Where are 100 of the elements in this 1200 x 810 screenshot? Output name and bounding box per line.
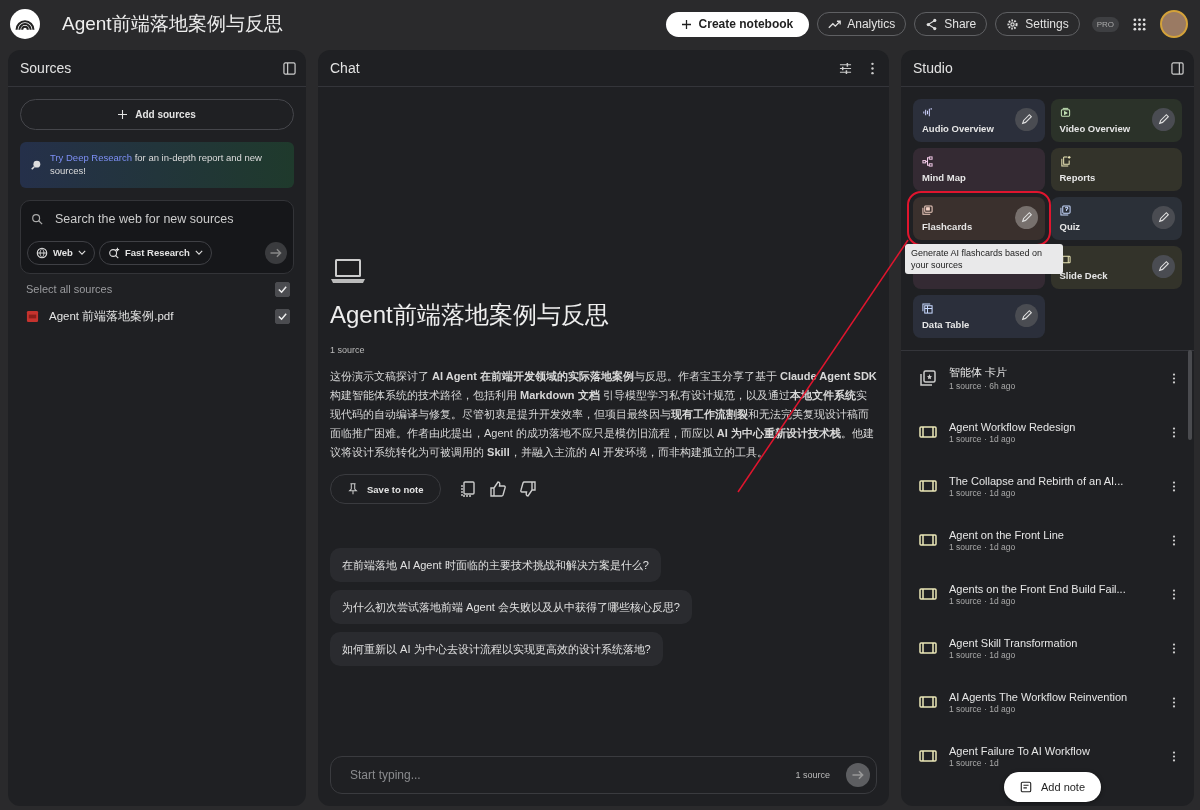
select-all-label: Select all sources bbox=[26, 283, 114, 296]
tile-label: Reports bbox=[1059, 172, 1097, 183]
source-checkbox[interactable] bbox=[275, 308, 290, 324]
studio-tile[interactable]: Reports bbox=[1050, 148, 1182, 191]
more-icon[interactable] bbox=[1172, 534, 1176, 546]
chat-input[interactable]: Start typing... bbox=[348, 767, 780, 783]
more-icon[interactable] bbox=[1172, 642, 1176, 654]
edit-pencil-icon[interactable] bbox=[1152, 255, 1175, 278]
panel-title: Sources bbox=[20, 60, 72, 76]
logo-icon[interactable] bbox=[10, 9, 40, 39]
mind-map-icon bbox=[922, 156, 933, 167]
chat-input-box[interactable]: Start typing... 1 source bbox=[330, 756, 877, 794]
note-title[interactable]: Agent Skill Transformation bbox=[949, 636, 1078, 649]
more-icon[interactable] bbox=[1172, 426, 1176, 438]
edit-pencil-icon[interactable] bbox=[1014, 304, 1038, 327]
cards-icon bbox=[922, 205, 933, 216]
slide-icon bbox=[919, 747, 937, 765]
globe-icon bbox=[36, 246, 48, 259]
check-icon bbox=[277, 283, 288, 295]
slide-icon bbox=[919, 585, 937, 603]
edit-pencil-icon[interactable] bbox=[1014, 206, 1038, 229]
slide-icon bbox=[919, 531, 937, 549]
video-icon bbox=[1059, 107, 1071, 118]
promo-text: Try Deep Research for an in-depth report and new sources! bbox=[50, 152, 263, 178]
tile-label: Audio Overview bbox=[922, 123, 995, 134]
note-title[interactable]: Agent on the Front Line bbox=[949, 528, 1064, 541]
select-all-checkbox[interactable] bbox=[275, 281, 290, 297]
submit-arrow-button[interactable] bbox=[265, 241, 287, 264]
note-title[interactable]: AI Agents The Workflow Reinvention bbox=[949, 690, 1128, 703]
studio-tile[interactable]: Slide Deck bbox=[1050, 246, 1182, 289]
send-button[interactable] bbox=[846, 763, 870, 787]
search-field[interactable]: Search the web for new sources bbox=[53, 210, 283, 227]
note-title[interactable]: Agent Workflow Redesign bbox=[949, 420, 1076, 433]
note-meta: 1 source · 1d bbox=[949, 757, 999, 768]
note-icon bbox=[1020, 781, 1032, 793]
suggested-question[interactable]: 为什么初次尝试落地前端 Agent 会失败以及从中获得了哪些核心反思? bbox=[330, 590, 692, 624]
laptop-icon bbox=[330, 257, 366, 285]
search-icon bbox=[31, 212, 43, 225]
plus-icon bbox=[681, 19, 691, 29]
source-name[interactable]: Agent 前端落地案例.pdf bbox=[49, 308, 275, 324]
more-icon[interactable] bbox=[1172, 480, 1176, 492]
waveform-icon bbox=[922, 107, 933, 118]
check-icon bbox=[277, 310, 288, 322]
note-title[interactable]: Agents on the Front End Build Fail... bbox=[949, 582, 1126, 595]
note-meta: 1 source · 1d ago bbox=[949, 703, 1016, 714]
note-title[interactable]: The Collapse and Rebirth of an AI... bbox=[949, 474, 1124, 487]
edit-pencil-icon[interactable] bbox=[1014, 108, 1038, 131]
note-meta: 1 source · 1d ago bbox=[949, 487, 1016, 498]
more-icon[interactable] bbox=[1172, 372, 1176, 384]
copy-icon[interactable] bbox=[458, 480, 477, 498]
edit-pencil-icon[interactable] bbox=[1152, 108, 1175, 131]
slide-icon bbox=[919, 639, 937, 657]
more-icon[interactable] bbox=[1172, 588, 1176, 600]
studio-tile[interactable]: Video Overview bbox=[1050, 99, 1182, 142]
share-icon bbox=[925, 17, 939, 31]
create-notebook-button[interactable]: Create notebook bbox=[665, 11, 810, 37]
studio-tile[interactable]: Audio Overview bbox=[913, 99, 1045, 142]
notebook-title: Agent前端落地案例与反思 bbox=[62, 12, 283, 36]
note-meta: 1 source · 1d ago bbox=[949, 433, 1016, 444]
settings-icon bbox=[1006, 17, 1020, 31]
thumbs-down-icon[interactable] bbox=[518, 480, 537, 498]
slide-icon bbox=[919, 693, 937, 711]
slide-icon bbox=[919, 477, 937, 495]
plus-icon bbox=[118, 110, 128, 119]
more-icon[interactable] bbox=[1172, 750, 1176, 762]
avatar[interactable] bbox=[1160, 10, 1188, 38]
studio-tile[interactable]: Quiz bbox=[1050, 197, 1182, 240]
more-icon[interactable] bbox=[1172, 696, 1176, 708]
panel-title: Studio bbox=[913, 60, 953, 76]
panel-title: Chat bbox=[330, 60, 360, 76]
pro-badge: PRO bbox=[1091, 16, 1119, 32]
sidebar-toggle-icon[interactable] bbox=[1171, 61, 1184, 75]
sliders-icon[interactable] bbox=[839, 61, 852, 75]
tile-label: Flashcards bbox=[922, 221, 974, 232]
magnifier-icon bbox=[30, 158, 42, 171]
note-meta: 1 source · 6h ago bbox=[949, 381, 1016, 391]
table-icon bbox=[922, 303, 933, 314]
scrollbar[interactable] bbox=[1188, 350, 1192, 440]
note-meta: 1 source · 1d ago bbox=[949, 541, 1016, 552]
cards-icon bbox=[919, 369, 937, 387]
tile-label: Data Table bbox=[922, 319, 971, 330]
thumbs-up-icon[interactable] bbox=[488, 480, 507, 498]
note-title[interactable]: 智能体 卡片 bbox=[949, 365, 1008, 380]
sidebar-toggle-icon[interactable] bbox=[283, 61, 296, 75]
note-meta: 1 source · 1d ago bbox=[949, 595, 1016, 606]
slide-icon bbox=[919, 423, 937, 441]
deep-research-link[interactable]: Try Deep Research bbox=[50, 152, 132, 163]
add-note-button[interactable]: Add note bbox=[1004, 772, 1102, 802]
caret-icon bbox=[194, 250, 203, 256]
apps-grid-icon[interactable] bbox=[1133, 17, 1146, 31]
suggested-question[interactable]: 在前端落地 AI Agent 时面临的主要技术挑战和解决方案是什么? bbox=[330, 548, 661, 582]
source-count: 1 source bbox=[795, 770, 830, 780]
studio-tile[interactable]: Mind Map bbox=[913, 148, 1045, 191]
pdf-icon bbox=[26, 309, 39, 323]
sparkle-search-icon bbox=[107, 246, 120, 259]
note-title[interactable]: Agent Failure To AI Workflow bbox=[949, 744, 1090, 757]
edit-pencil-icon[interactable] bbox=[1152, 206, 1175, 229]
quiz-icon bbox=[1059, 205, 1071, 216]
studio-tile[interactable]: Data Table bbox=[913, 295, 1045, 338]
suggested-question[interactable]: 如何重新以 AI 为中心去设计流程以实现更高效的设计系统落地? bbox=[330, 632, 663, 666]
